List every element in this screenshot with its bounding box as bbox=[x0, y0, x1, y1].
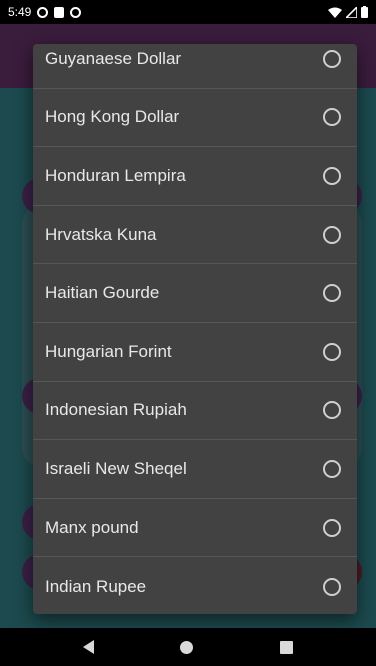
currency-option-haitian-gourde[interactable]: Haitian Gourde bbox=[33, 264, 357, 323]
currency-option-hong-kong-dollar[interactable]: Hong Kong Dollar bbox=[33, 89, 357, 148]
currency-option-label: Haitian Gourde bbox=[45, 283, 160, 303]
currency-option-label: Honduran Lempira bbox=[45, 165, 186, 185]
notification-icon bbox=[70, 6, 82, 18]
recent-apps-icon[interactable] bbox=[279, 640, 293, 654]
wifi-icon bbox=[328, 7, 342, 18]
currency-option-label: Guyanaese Dollar bbox=[45, 48, 182, 68]
radio-unselected-icon[interactable] bbox=[323, 577, 341, 596]
home-icon[interactable] bbox=[180, 640, 194, 654]
status-bar-right bbox=[328, 6, 368, 18]
status-bar-left: 5:49 bbox=[8, 5, 82, 19]
currency-option-label: Israeli New Sheqel bbox=[45, 458, 187, 478]
radio-unselected-icon[interactable] bbox=[323, 108, 341, 127]
currency-option-label: Indonesian Rupiah bbox=[45, 400, 187, 420]
currency-option-indonesian-rupiah[interactable]: Indonesian Rupiah bbox=[33, 382, 357, 441]
radio-unselected-icon[interactable] bbox=[323, 166, 341, 185]
navigation-bar bbox=[0, 628, 376, 666]
currency-option-manx-pound[interactable]: Manx pound bbox=[33, 499, 357, 558]
currency-option-hungarian-forint[interactable]: Hungarian Forint bbox=[33, 323, 357, 382]
radio-unselected-icon[interactable] bbox=[323, 225, 341, 244]
radio-unselected-icon[interactable] bbox=[323, 459, 341, 478]
back-icon[interactable] bbox=[83, 640, 95, 654]
sd-card-icon bbox=[54, 6, 65, 18]
radio-unselected-icon[interactable] bbox=[323, 342, 341, 361]
currency-picker-dialog: Guyanaese Dollar Hong Kong Dollar Hondur… bbox=[33, 44, 357, 614]
radio-unselected-icon[interactable] bbox=[323, 518, 341, 537]
notification-icon bbox=[37, 6, 49, 18]
currency-option-hrvatska-kuna[interactable]: Hrvatska Kuna bbox=[33, 206, 357, 265]
radio-unselected-icon[interactable] bbox=[323, 401, 341, 420]
currency-option-honduran-lempira[interactable]: Honduran Lempira bbox=[33, 147, 357, 206]
currency-option-label: Indian Rupee bbox=[45, 576, 147, 596]
status-bar: 5:49 bbox=[0, 0, 376, 24]
currency-option-label: Hrvatska Kuna bbox=[45, 224, 157, 244]
currency-option-label: Hong Kong Dollar bbox=[45, 107, 180, 127]
signal-icon bbox=[346, 6, 357, 18]
currency-option-indian-rupee[interactable]: Indian Rupee bbox=[33, 557, 357, 614]
radio-unselected-icon[interactable] bbox=[323, 49, 341, 68]
currency-option-israeli-new-sheqel[interactable]: Israeli New Sheqel bbox=[33, 440, 357, 499]
radio-unselected-icon[interactable] bbox=[323, 284, 341, 303]
currency-option-guyanaese-dollar[interactable]: Guyanaese Dollar bbox=[33, 44, 357, 89]
currency-option-label: Manx pound bbox=[45, 517, 139, 537]
currency-list[interactable]: Guyanaese Dollar Hong Kong Dollar Hondur… bbox=[33, 44, 357, 614]
currency-option-label: Hungarian Forint bbox=[45, 341, 172, 361]
battery-icon bbox=[361, 6, 368, 18]
status-time: 5:49 bbox=[8, 5, 32, 19]
